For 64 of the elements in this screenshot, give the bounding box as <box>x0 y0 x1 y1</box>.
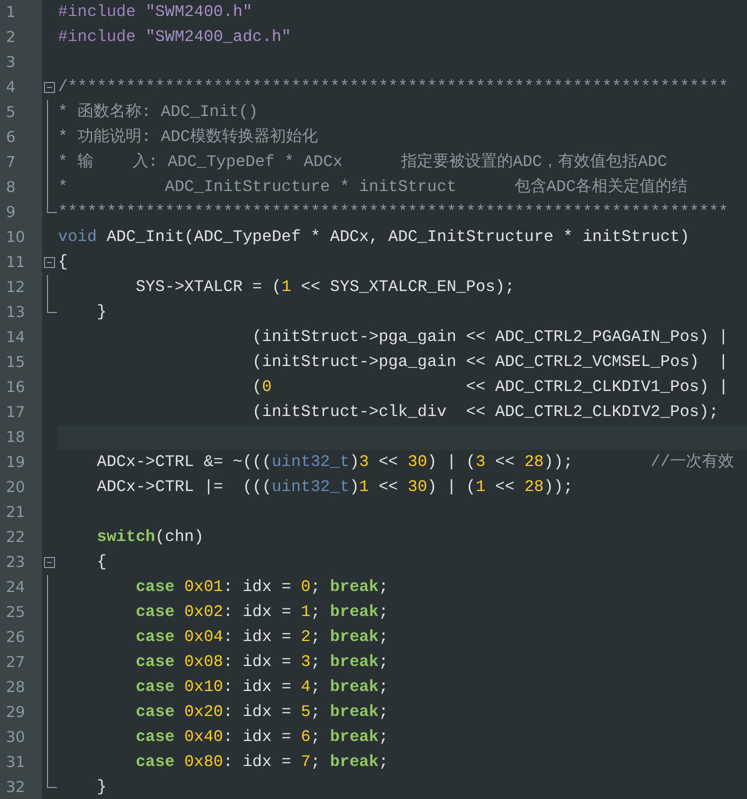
line-number: 23 <box>0 550 42 575</box>
code-line: case 0x04: idx = 2; break; <box>134 628 388 646</box>
line-number: 6 <box>0 125 42 150</box>
code-line: (initStruct->clk_div << ADC_CTRL2_CLKDIV2_Pos); <box>251 403 719 421</box>
code-line: #include "SWM2400_adc.h" <box>58 28 292 46</box>
line-number: 15 <box>0 350 42 375</box>
code-line: #include "SWM2400.h" <box>58 3 252 21</box>
code-line: } <box>96 778 107 796</box>
line-number: 17 <box>0 400 42 425</box>
line-number: 28 <box>0 675 42 700</box>
line-number: 3 <box>0 50 42 75</box>
line-number: 13 <box>0 300 42 325</box>
line-number: 20 <box>0 475 42 500</box>
line-number: 19 <box>0 450 42 475</box>
line-number: 11 <box>0 250 42 275</box>
code-line: (initStruct->pga_gain << ADC_CTRL2_VCMSEL_Pos) | <box>251 353 728 371</box>
code-line: /******************************************************************** <box>58 78 728 96</box>
collapse-icon[interactable] <box>44 82 55 93</box>
code-line: case 0x10: idx = 4; break; <box>134 678 388 696</box>
code-line: (0 << ADC_CTRL2_CLKDIV1_Pos) | <box>251 378 728 396</box>
code-line: ADCx->CTRL &= ~(((uint32_t)3 << 30) | (3 << 28)); //一次有效 <box>96 453 734 471</box>
line-number: 27 <box>0 650 42 675</box>
code-line: switch(chn) <box>96 528 204 546</box>
code-line: case 0x40: idx = 6; break; <box>134 728 388 746</box>
code-line: ********************************************************************* <box>58 203 728 221</box>
code-line: void ADC_Init(ADC_TypeDef * ADCx, ADC_InitStructure * initStruct) <box>58 228 690 246</box>
code-line: * 功能说明: ADC模数转换器初始化 <box>58 128 318 146</box>
line-number: 4 <box>0 75 42 100</box>
code-line: { <box>58 253 68 271</box>
line-number: 5 <box>0 100 42 125</box>
line-number: 18 <box>0 425 42 450</box>
code-line: { <box>96 553 107 571</box>
code-line: case 0x08: idx = 3; break; <box>134 653 388 671</box>
line-number: 30 <box>0 725 42 750</box>
code-line: * ADC_InitStructure * initStruct 包含ADC各相关定值的结 <box>58 178 688 196</box>
collapse-icon[interactable] <box>44 257 55 268</box>
code-line: case 0x02: idx = 1; break; <box>134 603 388 621</box>
line-number: 2 <box>0 25 42 50</box>
code-line: ADCx->CTRL |= (((uint32_t)1 << 30) | (1 << 28)); <box>96 478 573 496</box>
code-line: (initStruct->pga_gain << ADC_CTRL2_PGAGAIN_Pos) | <box>251 328 728 346</box>
line-number: 16 <box>0 375 42 400</box>
line-number: 25 <box>0 600 42 625</box>
code-line: case 0x01: idx = 0; break; <box>134 578 388 596</box>
line-number: 1 <box>0 0 42 25</box>
code-line: case 0x20: idx = 5; break; <box>134 703 388 721</box>
line-number: 31 <box>0 750 42 775</box>
line-number: 8 <box>0 175 42 200</box>
line-number: 32 <box>0 775 42 799</box>
line-number: 29 <box>0 700 42 725</box>
line-number: 21 <box>0 500 42 525</box>
line-number: 12 <box>0 275 42 300</box>
code-line: * 输 入: ADC_TypeDef * ADCx 指定要被设置的ADC，有效值包括ADC <box>58 153 668 171</box>
code-line: } <box>96 303 107 321</box>
line-number: 10 <box>0 225 42 250</box>
collapse-icon[interactable] <box>44 557 55 568</box>
line-number: 7 <box>0 150 42 175</box>
line-number: 14 <box>0 325 42 350</box>
code-line: case 0x80: idx = 7; break; <box>134 753 388 771</box>
line-number: 24 <box>0 575 42 600</box>
line-number: 22 <box>0 525 42 550</box>
code-line: SYS->XTALCR = (1 << SYS_XTALCR_EN_Pos); <box>134 278 515 296</box>
code-line: * 函数名称: ADC_Init() <box>58 103 258 121</box>
line-number: 9 <box>0 200 42 225</box>
line-number: 26 <box>0 625 42 650</box>
